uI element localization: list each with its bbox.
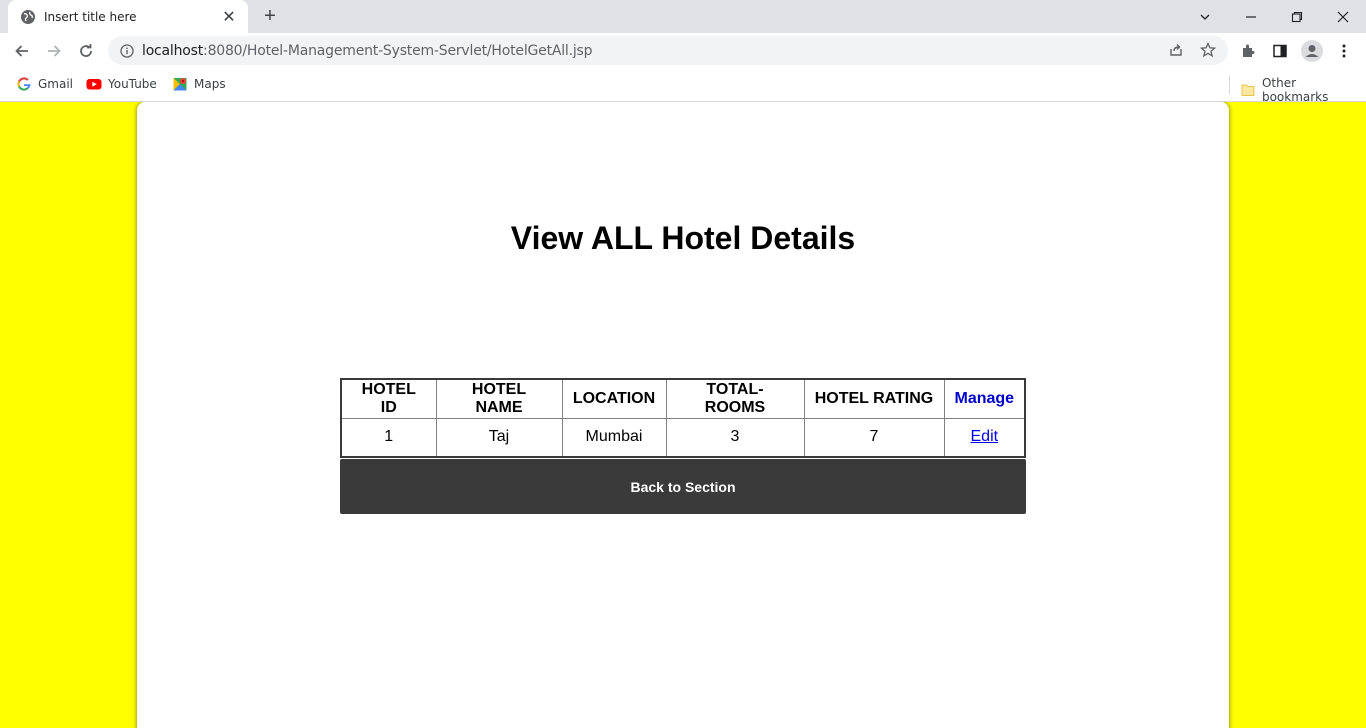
header-hotel-id: HOTEL ID — [340, 378, 437, 419]
bookmark-label: Gmail — [38, 77, 74, 91]
forward-icon[interactable] — [42, 39, 66, 63]
page-title: View ALL Hotel Details — [510, 220, 856, 256]
bookmark-label: Maps — [194, 77, 226, 91]
youtube-icon — [86, 79, 102, 90]
edit-link[interactable]: Edit — [971, 428, 999, 445]
minimize-icon[interactable] — [1228, 0, 1274, 33]
other-bookmarks-label: Other bookmarks — [1261, 76, 1329, 104]
bookmark-star-icon[interactable] — [1198, 40, 1218, 60]
header-hotel-rating: HOTEL RATING — [803, 378, 945, 419]
reload-icon[interactable] — [74, 39, 98, 63]
url-host: localhost — [142, 42, 204, 59]
globe-icon — [21, 9, 35, 24]
page-viewport: View ALL Hotel Details HOTEL ID HOTEL NA… — [0, 102, 1366, 728]
bookmarks-divider — [1229, 76, 1230, 94]
header-location: LOCATION — [561, 378, 667, 419]
header-hotel-name: HOTEL NAME — [435, 378, 563, 419]
menu-icon[interactable] — [1332, 39, 1356, 63]
close-tab-icon[interactable]: ✕ — [220, 7, 238, 27]
maps-icon — [173, 78, 187, 91]
hotel-table: HOTEL ID HOTEL NAME LOCATION TOTAL-ROOMS… — [340, 378, 1027, 458]
url-text: localhost:8080/Hotel-Management-System-S… — [142, 42, 593, 59]
bookmark-label: YouTube — [108, 77, 157, 91]
table-header-row: HOTEL ID HOTEL NAME LOCATION TOTAL-ROOMS… — [340, 378, 1026, 419]
folder-icon — [1241, 84, 1255, 96]
header-manage: Manage — [943, 378, 1026, 419]
close-window-icon[interactable] — [1320, 0, 1366, 33]
side-panel-icon[interactable] — [1268, 39, 1292, 63]
restore-icon[interactable] — [1274, 0, 1320, 33]
bookmark-gmail[interactable]: Gmail — [16, 76, 73, 92]
cell-manage: Edit — [943, 417, 1026, 458]
profile-avatar[interactable] — [1300, 39, 1324, 63]
other-bookmarks[interactable]: Other bookmarks — [1240, 76, 1366, 104]
bookmark-maps[interactable]: Maps — [172, 76, 226, 92]
back-icon[interactable] — [10, 39, 34, 63]
cell-total-rooms: 3 — [665, 417, 805, 458]
new-tab-icon[interactable]: + — [260, 6, 280, 26]
tab-search-icon[interactable] — [1182, 0, 1228, 33]
back-to-section-button[interactable]: Back to Section — [340, 459, 1026, 514]
extensions-icon[interactable] — [1236, 39, 1260, 63]
browser-toolbar: localhost:8080/Hotel-Management-System-S… — [0, 33, 1366, 68]
google-icon — [17, 77, 31, 91]
tab-strip: Insert title here ✕ + — [0, 0, 1366, 33]
content-card: View ALL Hotel Details HOTEL ID HOTEL NA… — [137, 102, 1229, 728]
bookmark-youtube[interactable]: YouTube — [86, 76, 157, 92]
address-bar[interactable]: localhost:8080/Hotel-Management-System-S… — [108, 36, 1228, 65]
cell-hotel-name: Taj — [435, 417, 563, 458]
cell-hotel-rating: 7 — [803, 417, 945, 458]
cell-hotel-id: 1 — [340, 417, 437, 458]
browser-tab[interactable]: Insert title here ✕ — [8, 0, 248, 33]
table-row: 1 Taj Mumbai 3 7 Edit — [340, 417, 1026, 458]
cell-location: Mumbai — [561, 417, 667, 458]
header-total-rooms: TOTAL-ROOMS — [665, 378, 805, 419]
share-icon[interactable] — [1166, 40, 1186, 60]
tab-title: Insert title here — [44, 9, 137, 24]
bookmarks-bar: Gmail YouTube Maps Other bookmarks — [0, 68, 1366, 104]
info-icon[interactable] — [120, 43, 134, 58]
url-path: :8080/Hotel-Management-System-Servlet/Ho… — [203, 42, 593, 59]
